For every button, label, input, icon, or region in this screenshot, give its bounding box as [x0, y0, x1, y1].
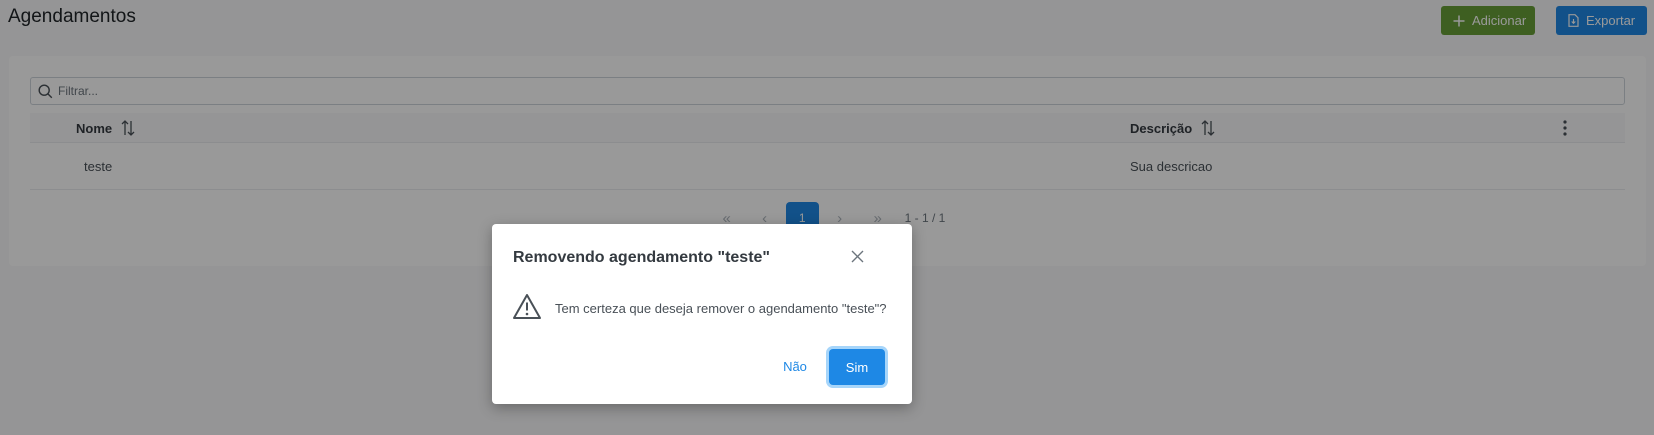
yes-button[interactable]: Sim [829, 349, 885, 385]
dialog-title: Removendo agendamento "teste" [513, 249, 770, 266]
close-icon[interactable] [848, 247, 866, 265]
confirm-dialog: Removendo agendamento "teste" Tem certez… [492, 224, 912, 404]
no-button[interactable]: Não [774, 349, 816, 383]
warning-triangle-icon [513, 294, 541, 319]
dialog-message: Tem certeza que deseja remover o agendam… [555, 301, 887, 316]
